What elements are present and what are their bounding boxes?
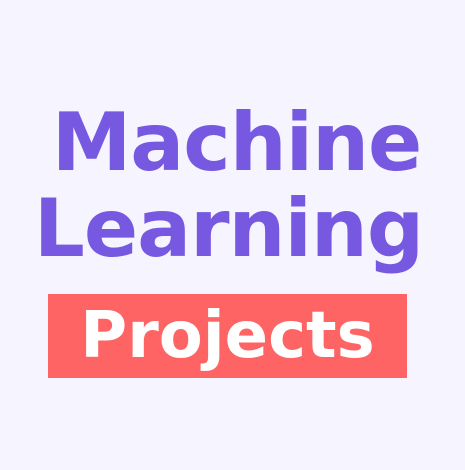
title-line-machine: Machine [51,96,423,189]
projects-badge: Projects [48,294,407,378]
cover-graphic: Machine Learning Projects [0,0,465,470]
title-line-learning: Learning [33,182,424,275]
projects-badge-label: Projects [80,299,375,373]
